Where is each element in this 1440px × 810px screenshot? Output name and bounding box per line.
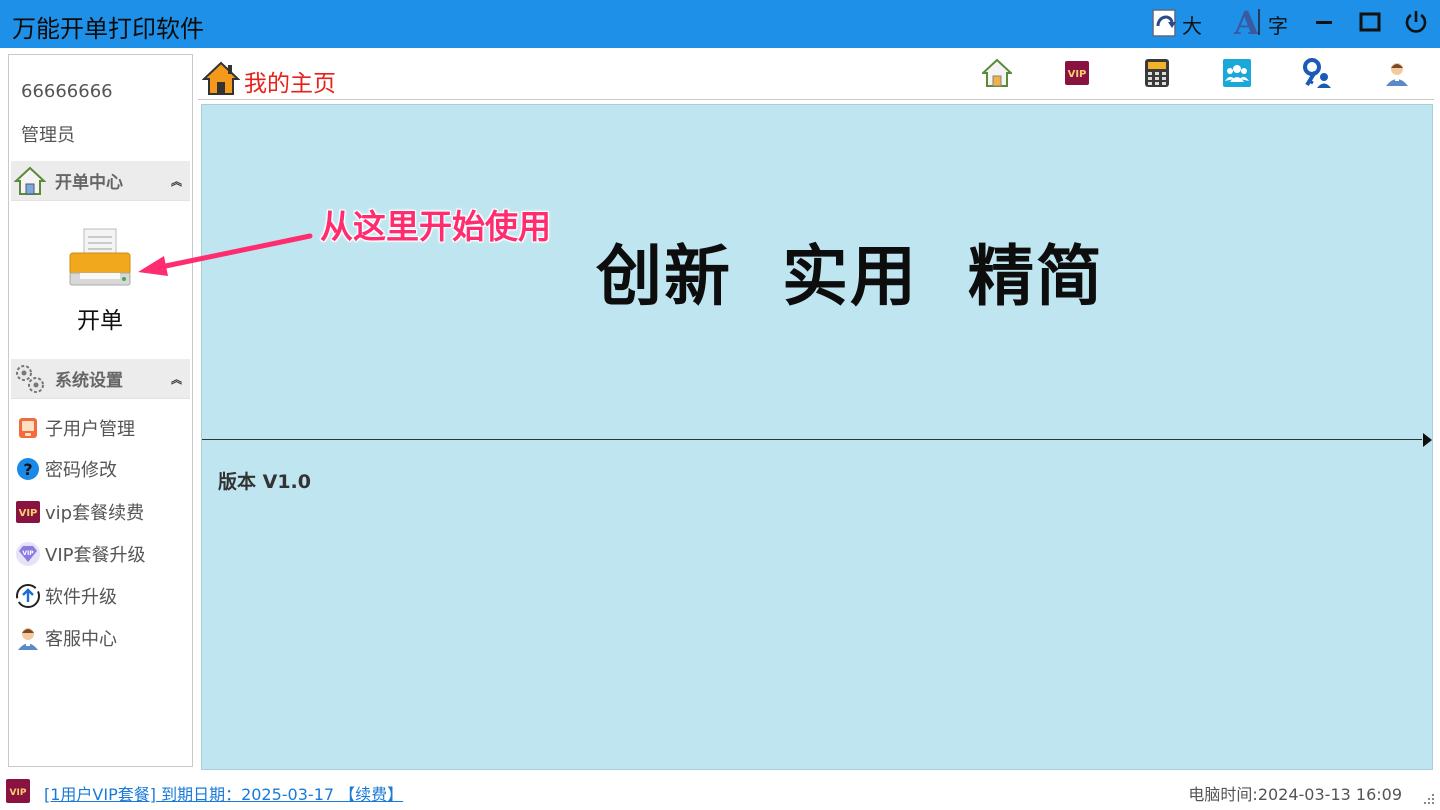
enlarge-label: 大 [1182,13,1202,38]
slogan: 创新 实用 精简 [596,238,1104,315]
sidebar: 66666666 管理员 开单中心 ︽ 开单 系统设置 ︽ 子用户管理 ? 密码… [8,54,193,767]
font-a-icon: A [1232,4,1266,43]
annotation-text: 从这里开始使用 [320,207,551,246]
support-agent-icon [1384,59,1410,91]
sub-user-icon [15,415,41,441]
rotate-arrow-icon [1150,6,1180,42]
menu-label: VIP套餐升级 [45,545,146,566]
menu-vip-upgrade[interactable]: VIP VIP套餐升级 [15,537,145,571]
svg-text:VIP: VIP [10,788,27,798]
chevron-up-icon: ︽ [171,373,182,386]
annotation-arrow-icon [130,228,320,282]
menu-label: 密码修改 [45,460,117,481]
house-icon [980,58,1014,92]
house-icon [13,164,47,198]
menu-vip-renew[interactable]: VIP vip套餐续费 [15,495,144,529]
font-button[interactable]: A 字 [1232,4,1288,43]
menu-label: 客服中心 [45,629,117,650]
section-billing-label: 开单中心 [55,173,123,193]
kaidan-label: 开单 [77,308,123,334]
enlarge-button[interactable]: 大 [1150,6,1202,42]
section-settings-label: 系统设置 [55,371,123,391]
vip-diamond-icon: VIP [15,541,41,567]
content-header: 我的主页 VIP [198,54,1434,100]
window-title: 万能开单打印软件 [12,15,204,43]
toolbar-support-button[interactable] [1380,58,1414,92]
vip-renew-link[interactable]: [1用户VIP套餐] 到期日期：2025-03-17 【续费】 [44,781,403,805]
minimize-icon [1314,12,1334,36]
menu-label: 软件升级 [45,587,117,608]
home-tab[interactable]: 我的主页 [201,60,336,102]
title-bar: 万能开单打印软件 大 A 字 [0,0,1440,48]
user-id: 66666666 [21,81,113,102]
font-label: 字 [1268,13,1288,38]
group-users-icon [1223,59,1251,91]
support-agent-icon [15,625,41,651]
computer-clock: 电脑时间:2024-03-13 16:09 [1188,785,1402,804]
section-billing-center[interactable]: 开单中心 ︽ [11,161,190,201]
kaidan-button[interactable]: 开单 [63,227,137,337]
vip-badge-icon: VIP [1064,60,1090,90]
svg-text:VIP: VIP [19,508,38,519]
svg-text:VIP: VIP [1068,69,1087,80]
toolbar-calculator-button[interactable] [1140,58,1174,92]
vip-badge-icon: VIP [6,779,30,807]
svg-text:A: A [1233,5,1260,39]
question-icon: ? [15,456,41,482]
vip-badge-icon: VIP [15,499,41,525]
power-icon [1403,9,1429,39]
user-key-icon [1301,57,1333,93]
divider-line [202,439,1422,440]
maximize-button[interactable] [1352,6,1388,42]
gears-icon [13,362,47,396]
menu-customer-service[interactable]: 客服中心 [15,621,117,655]
section-system-settings[interactable]: 系统设置 ︽ [11,359,190,399]
maximize-icon [1359,11,1381,37]
home-house-icon [201,60,241,102]
toolbar-user-key-button[interactable] [1300,58,1334,92]
toolbar-vip-button[interactable]: VIP [1060,58,1094,92]
minimize-button[interactable] [1306,6,1342,42]
home-label: 我的主页 [244,71,336,97]
toolbar-group-button[interactable] [1220,58,1254,92]
svg-text:VIP: VIP [22,550,34,557]
svg-text:?: ? [23,460,32,479]
calculator-icon [1144,58,1170,92]
arrow-right-icon [1423,433,1432,447]
printer-icon [66,227,134,293]
close-power-button[interactable] [1398,6,1434,42]
menu-software-upgrade[interactable]: 软件升级 [15,579,117,613]
version-label: 版本 V1.0 [218,471,311,493]
status-bar: VIP [1用户VIP套餐] 到期日期：2025-03-17 【续费】 电脑时间… [0,772,1440,810]
upgrade-icon [15,583,41,609]
menu-sub-user-management[interactable]: 子用户管理 [15,411,135,445]
resize-grip-icon[interactable] [1420,790,1436,806]
menu-label: vip套餐续费 [45,503,145,524]
user-role: 管理员 [21,125,75,146]
menu-label: 子用户管理 [45,419,135,440]
menu-password-change[interactable]: ? 密码修改 [15,452,117,486]
chevron-up-icon: ︽ [171,175,182,188]
toolbar-home-button[interactable] [980,58,1014,92]
